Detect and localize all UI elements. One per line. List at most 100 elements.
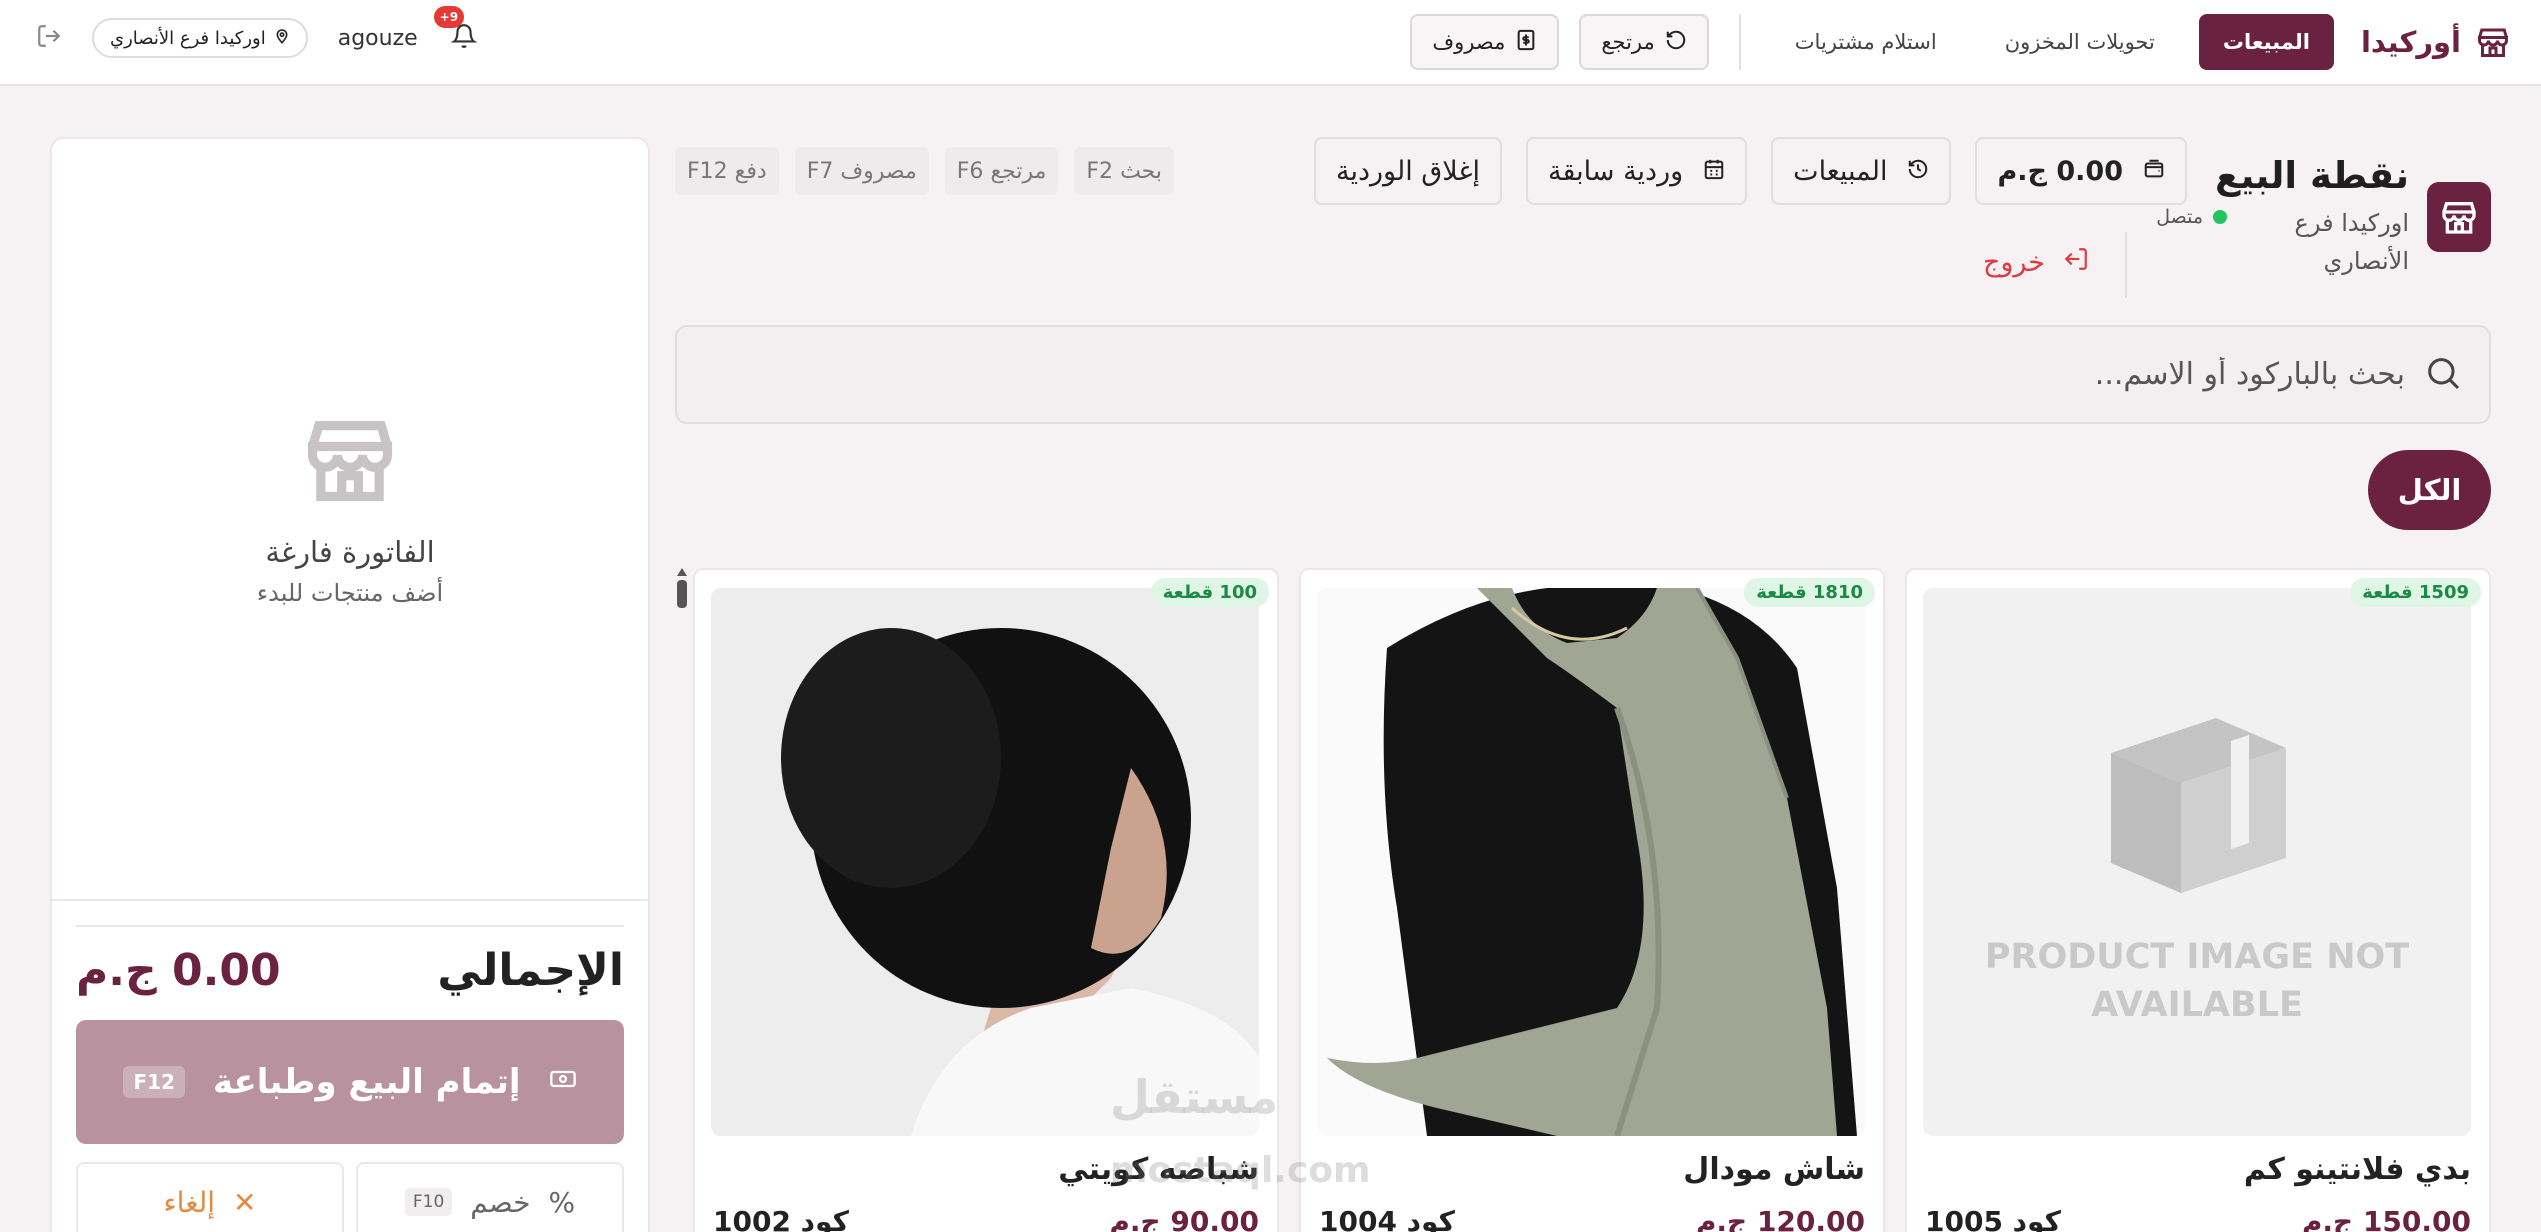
brand[interactable]: أوركيدا xyxy=(2361,20,2513,64)
cart-footer: الإجمالي 0.00 ج.م إتمام البيع وطباعة F12… xyxy=(52,899,648,1232)
product-image xyxy=(1317,588,1865,1136)
product-image-placeholder: PRODUCT IMAGE NOT AVAILABLE xyxy=(1923,588,2471,1136)
stock-badge: 1509 قطعة xyxy=(2350,578,2481,607)
previous-shift-label: وردية سابقة xyxy=(1547,155,1684,187)
close-shift-label: إغلاق الوردية xyxy=(1335,155,1480,187)
discount-label: خصم xyxy=(470,1185,531,1219)
history-icon xyxy=(1907,156,1929,187)
tab-receive-purchases[interactable]: استلام مشتريات xyxy=(1771,14,1961,70)
product-meta: 90.00 ج.م كود 1002 xyxy=(713,1205,1259,1232)
nav-tabs: المبيعات تحويلات المخزون استلام مشتريات … xyxy=(1410,14,2334,70)
close-shift-button[interactable]: إغلاق الوردية xyxy=(1313,137,1502,205)
notifications-button[interactable]: +9 xyxy=(433,6,480,58)
logout-label: خروج xyxy=(1982,247,2045,278)
pos-actions: 0.00 ج.م المبيعات وردية سابقة إغلاق الور… xyxy=(1313,137,2187,205)
previous-shift-button[interactable]: وردية سابقة xyxy=(1525,137,1748,205)
checkout-button[interactable]: إتمام البيع وطباعة F12 xyxy=(76,1020,624,1144)
placeholder-text: PRODUCT IMAGE NOT AVAILABLE xyxy=(1984,937,2410,1025)
product-code: كود 1005 xyxy=(1925,1205,2061,1232)
shortcut-expense: F7 مصروف xyxy=(794,147,929,195)
product-image xyxy=(711,588,1259,1136)
pos-store-icon xyxy=(2427,182,2491,252)
box-icon xyxy=(2111,718,2286,893)
logout-button[interactable]: خروج xyxy=(1983,246,2089,279)
cart-panel: الفاتورة فارغة أضف منتجات للبدء الإجمالي… xyxy=(50,137,650,1232)
cart-divider xyxy=(76,925,624,927)
sales-history-label: المبيعات xyxy=(1793,155,1888,187)
logout-arrow-icon xyxy=(2063,246,2089,279)
product-price: 90.00 ج.م xyxy=(1109,1205,1259,1232)
cart-empty-subtitle: أضف منتجات للبدء xyxy=(256,579,444,607)
close-icon: ✕ xyxy=(233,1185,257,1219)
logout-icon[interactable] xyxy=(36,23,62,53)
top-navbar: أوركيدا المبيعات تحويلات المخزون استلام … xyxy=(0,0,2541,86)
cash-icon xyxy=(549,1062,577,1102)
total-row: الإجمالي 0.00 ج.م xyxy=(76,945,624,996)
shortcut-search: F2 بحث xyxy=(1074,147,1174,195)
empty-store-icon xyxy=(300,421,400,513)
checkout-label: إتمام البيع وطباعة xyxy=(212,1062,521,1102)
discount-key: F10 xyxy=(404,1188,453,1216)
calendar-icon xyxy=(1703,156,1725,187)
category-all[interactable]: الكل xyxy=(2368,450,2491,530)
discount-button[interactable]: % خصم F10 xyxy=(356,1162,624,1232)
status-label: متصل xyxy=(2156,206,2203,228)
product-meta: 120.00 ج.م كود 1004 xyxy=(1319,1205,1865,1232)
scrollbar-thumb[interactable] xyxy=(677,580,687,608)
connection-status: متصل xyxy=(2156,206,2227,228)
return-button[interactable]: مرتجع xyxy=(1579,14,1709,70)
product-price: 150.00 ج.م xyxy=(2301,1205,2471,1232)
cap-photo xyxy=(711,588,1259,1136)
stock-badge: 100 قطعة xyxy=(1150,578,1269,607)
cart-empty-title: الفاتورة فارغة xyxy=(265,535,435,569)
status-dot xyxy=(2213,210,2227,224)
product-card[interactable]: 1810 قطعة شاش مودال 120.00 ج.م كود 1004 xyxy=(1299,568,1885,1232)
product-code: كود 1004 xyxy=(1319,1205,1455,1232)
watermark-text: مستقل xyxy=(1110,1070,1279,1124)
search-input[interactable] xyxy=(703,357,2405,392)
shortcut-return: F6 مرتجع xyxy=(944,147,1059,195)
product-name: شاش مودال xyxy=(1683,1152,1865,1187)
cash-balance: 0.00 ج.م xyxy=(1997,155,2123,187)
tab-stock-transfers[interactable]: تحويلات المخزون xyxy=(1981,14,2179,70)
cash-balance-button[interactable]: 0.00 ج.م xyxy=(1975,137,2187,205)
expense-button[interactable]: مصروف xyxy=(1410,14,1560,70)
keyboard-shortcuts: F12 دفع F7 مصروف F6 مرتجع F2 بحث xyxy=(675,147,1174,195)
product-code: كود 1002 xyxy=(713,1205,849,1232)
tab-sales[interactable]: المبيعات xyxy=(2198,14,2334,70)
total-value: 0.00 ج.م xyxy=(76,945,281,996)
cancel-button[interactable]: ✕ إلغاء xyxy=(76,1162,344,1232)
undo-icon xyxy=(1665,29,1687,56)
expense-label: مصروف xyxy=(1432,30,1506,54)
store-icon xyxy=(2473,22,2513,62)
cart-actions: % خصم F10 ✕ إلغاء xyxy=(76,1162,624,1232)
user-area: اوركيدا فرع الأنصاري agouze +9 xyxy=(36,6,480,58)
product-price: 120.00 ج.م xyxy=(1695,1205,1865,1232)
branch-selector[interactable]: اوركيدا فرع الأنصاري xyxy=(92,18,308,58)
product-meta: 150.00 ج.م كود 1005 xyxy=(1925,1205,2471,1232)
product-card[interactable]: 100 قطعة شباصه كويتي 90.00 ج.م كود 1002 xyxy=(693,568,1279,1232)
checkout-key: F12 xyxy=(123,1066,185,1098)
sales-history-button[interactable]: المبيعات xyxy=(1771,137,1952,205)
wallet-icon xyxy=(2143,156,2165,187)
pos-branch-name: اوركيدا فرع الأنصاري xyxy=(2294,209,2409,275)
map-pin-icon xyxy=(274,28,290,49)
percent-icon: % xyxy=(548,1185,576,1219)
product-grid: 1509 قطعة PRODUCT IMAGE NOT AVAILABLE بد… xyxy=(692,568,2491,1232)
stock-badge: 1810 قطعة xyxy=(1744,578,1875,607)
return-label: مرتجع xyxy=(1601,30,1655,54)
notification-badge: +9 xyxy=(433,6,465,28)
brand-name: أوركيدا xyxy=(2360,25,2461,59)
product-card[interactable]: 1509 قطعة PRODUCT IMAGE NOT AVAILABLE بد… xyxy=(1905,568,2491,1232)
cancel-label: إلغاء xyxy=(163,1185,216,1219)
branch-name: اوركيدا فرع الأنصاري xyxy=(110,27,266,49)
page-title: نقطة البيع xyxy=(2215,154,2409,197)
username[interactable]: agouze xyxy=(338,26,418,51)
scroll-up-arrow[interactable] xyxy=(677,568,687,576)
nav-divider xyxy=(1738,14,1741,70)
product-name: بدي فلانتينو كم xyxy=(2243,1152,2471,1187)
search-icon xyxy=(2423,353,2463,397)
watermark-url: mostaql.com xyxy=(1110,1150,1371,1191)
receipt-icon xyxy=(1515,29,1537,56)
header-divider xyxy=(2125,232,2127,298)
